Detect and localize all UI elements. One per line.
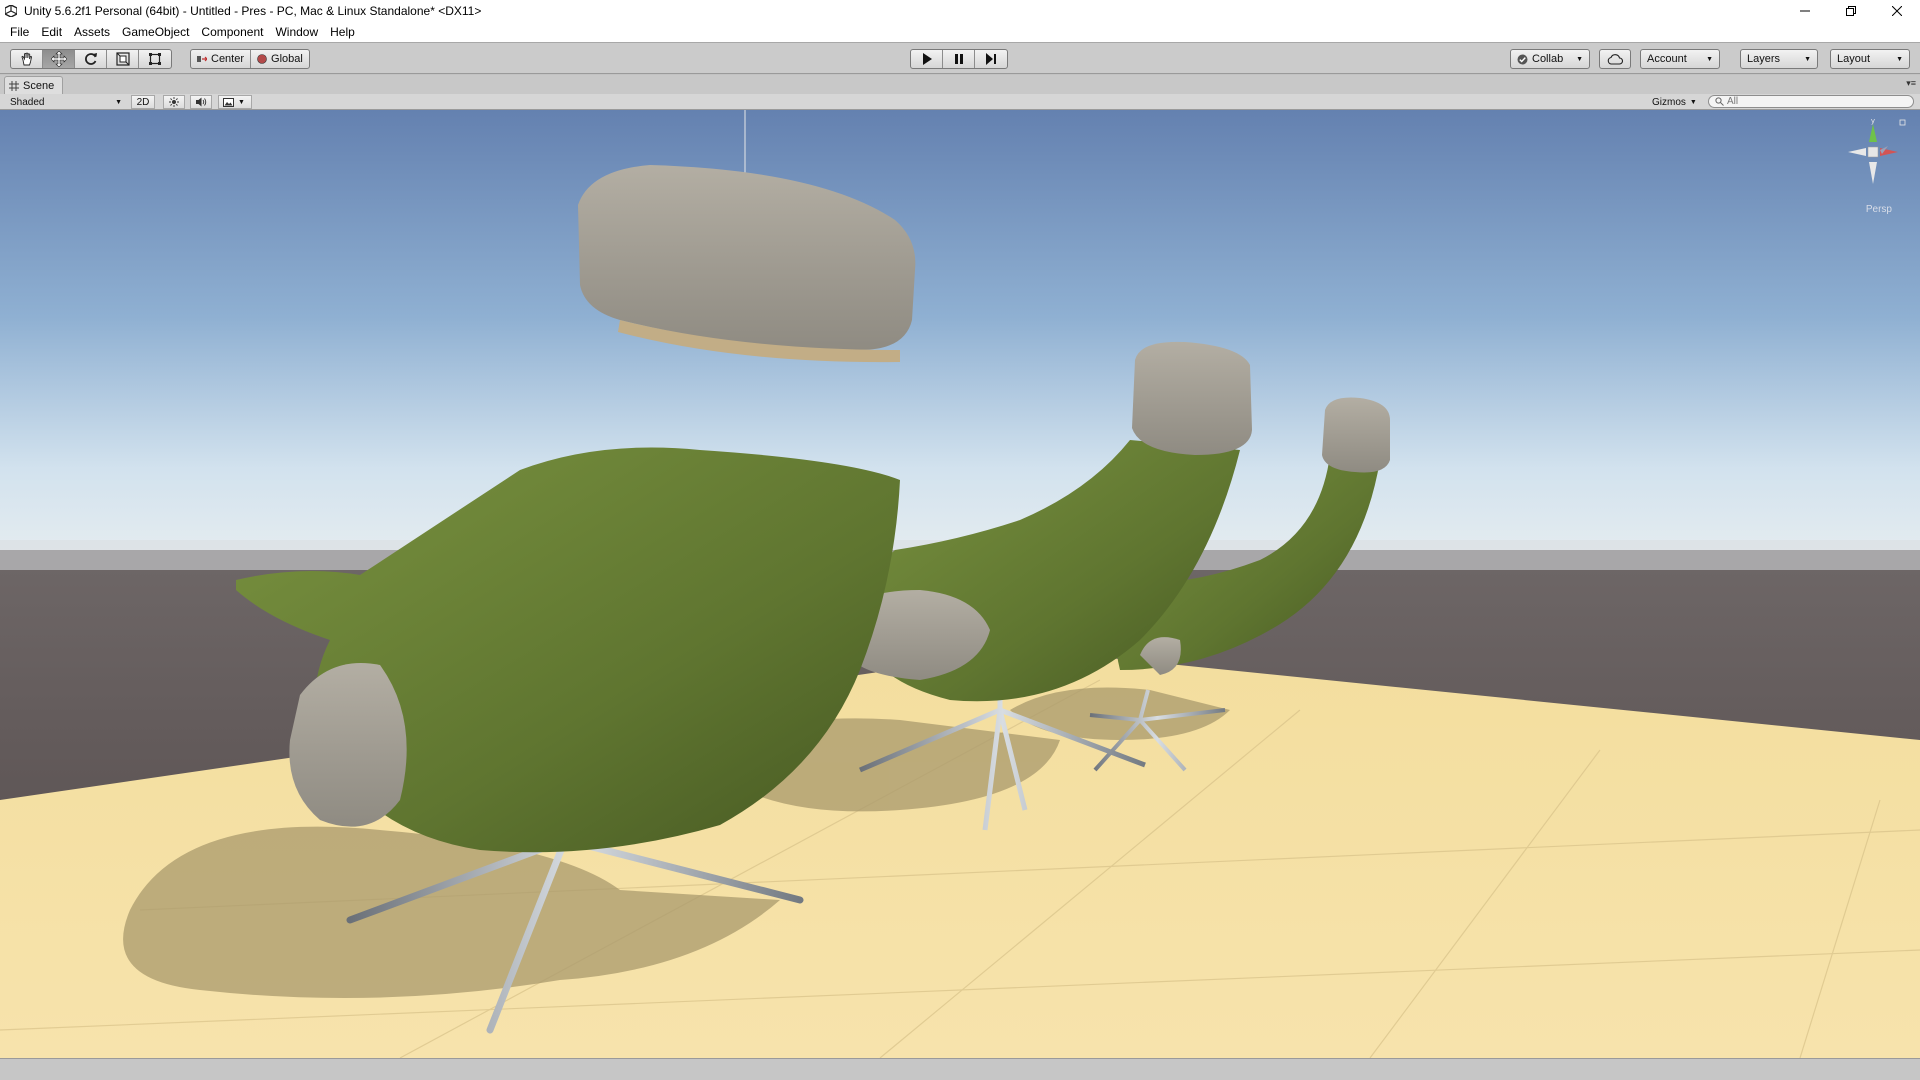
chevron-down-icon: ▼ bbox=[238, 98, 245, 106]
rotate-tool-button[interactable] bbox=[75, 50, 107, 68]
chevron-down-icon: ▼ bbox=[1576, 55, 1583, 63]
scene-search-input[interactable]: All bbox=[1708, 95, 1914, 108]
chevron-down-icon: ▼ bbox=[115, 98, 122, 106]
main-toolbar: Center Global Collab ▼ Account ▼ Layers … bbox=[0, 42, 1920, 74]
step-icon bbox=[986, 53, 996, 65]
collab-check-icon bbox=[1517, 54, 1528, 64]
scale-tool-icon bbox=[115, 52, 130, 66]
collab-dropdown[interactable]: Collab ▼ bbox=[1510, 49, 1590, 69]
search-placeholder: All bbox=[1727, 96, 1739, 107]
effects-dropdown[interactable]: ▼ bbox=[218, 95, 252, 109]
move-tool-icon bbox=[50, 51, 67, 67]
scene-toolbar: Shaded ▼ 2D ▼ Gizmos ▼ All bbox=[0, 94, 1920, 110]
hand-tool-button[interactable] bbox=[11, 50, 43, 68]
rect-tool-icon bbox=[149, 53, 161, 65]
svg-text:y: y bbox=[1871, 117, 1875, 125]
projection-label[interactable]: Persp bbox=[1866, 204, 1892, 215]
unity-logo-icon bbox=[4, 4, 18, 18]
pivot-center-label: Center bbox=[211, 53, 245, 65]
image-effects-icon bbox=[223, 97, 234, 107]
chevron-down-icon: ▼ bbox=[1896, 55, 1903, 63]
account-dropdown[interactable]: Account ▼ bbox=[1640, 49, 1720, 69]
scene-render bbox=[0, 110, 1920, 1058]
close-icon bbox=[1892, 6, 1902, 16]
toggle-2d-label: 2D bbox=[136, 96, 150, 108]
scene-grid-icon bbox=[9, 80, 19, 91]
search-icon bbox=[1715, 97, 1724, 106]
cloud-icon bbox=[1607, 53, 1623, 65]
audio-toggle[interactable] bbox=[190, 95, 212, 109]
layers-label: Layers bbox=[1747, 53, 1781, 65]
minimize-button[interactable] bbox=[1782, 0, 1828, 22]
chevron-down-icon: ▼ bbox=[1689, 98, 1697, 106]
tab-scene[interactable]: Scene bbox=[4, 76, 64, 94]
chevron-down-icon: ▼ bbox=[1706, 55, 1713, 63]
restore-button[interactable] bbox=[1828, 0, 1874, 22]
pivot-center-icon bbox=[197, 56, 207, 62]
restore-icon bbox=[1846, 6, 1856, 16]
lighting-toggle[interactable] bbox=[163, 95, 185, 109]
move-tool-button[interactable] bbox=[43, 50, 75, 68]
chevron-down-icon: ▼ bbox=[1804, 55, 1811, 63]
pivot-global-label: Global bbox=[271, 53, 303, 65]
layout-label: Layout bbox=[1837, 53, 1871, 65]
cloud-button[interactable] bbox=[1599, 49, 1631, 69]
tab-scene-label: Scene bbox=[23, 79, 55, 92]
menu-edit[interactable]: Edit bbox=[35, 22, 68, 42]
menu-bar: File Edit Assets GameObject Component Wi… bbox=[0, 22, 1920, 42]
pivot-global-toggle[interactable]: Global bbox=[251, 50, 309, 68]
collab-label: Collab bbox=[1532, 53, 1564, 65]
tab-options-icon[interactable]: ▾≡ bbox=[1906, 78, 1916, 89]
menu-assets[interactable]: Assets bbox=[68, 22, 116, 42]
pivot-toggles: Center Global bbox=[190, 49, 310, 69]
scene-viewport[interactable]: y Persp bbox=[0, 110, 1920, 1058]
rect-tool-button[interactable] bbox=[139, 50, 171, 68]
globe-icon bbox=[257, 54, 267, 64]
account-label: Account bbox=[1647, 53, 1687, 65]
layout-dropdown[interactable]: Layout ▼ bbox=[1830, 49, 1910, 69]
menu-window[interactable]: Window bbox=[269, 22, 324, 42]
transform-tools bbox=[10, 49, 172, 69]
menu-component[interactable]: Component bbox=[195, 22, 269, 42]
speaker-icon bbox=[195, 97, 206, 107]
window-title: Unity 5.6.2f1 Personal (64bit) - Untitle… bbox=[24, 4, 482, 18]
menu-help[interactable]: Help bbox=[324, 22, 361, 42]
layers-dropdown[interactable]: Layers ▼ bbox=[1740, 49, 1818, 69]
lock-icon bbox=[1899, 119, 1906, 126]
playback-controls bbox=[910, 49, 1008, 69]
close-button[interactable] bbox=[1874, 0, 1920, 22]
play-button[interactable] bbox=[911, 50, 943, 68]
gizmos-label: Gizmos bbox=[1652, 96, 1686, 108]
pause-icon bbox=[954, 54, 963, 64]
hand-tool-icon bbox=[21, 52, 32, 66]
scene-tab-bar: Scene ▾≡ bbox=[0, 75, 1920, 94]
menu-file[interactable]: File bbox=[4, 22, 35, 42]
draw-mode-dropdown[interactable]: Shaded ▼ bbox=[6, 95, 126, 109]
play-icon bbox=[922, 53, 932, 65]
title-bar: Unity 5.6.2f1 Personal (64bit) - Untitle… bbox=[0, 0, 1920, 22]
sun-icon bbox=[169, 97, 179, 107]
pivot-center-toggle[interactable]: Center bbox=[191, 50, 252, 68]
bottom-bar bbox=[0, 1058, 1920, 1080]
menu-gameobject[interactable]: GameObject bbox=[116, 22, 195, 42]
gizmos-dropdown[interactable]: Gizmos ▼ bbox=[1648, 95, 1702, 109]
rotate-tool-icon bbox=[84, 53, 97, 65]
minimize-icon bbox=[1800, 10, 1810, 12]
scale-tool-button[interactable] bbox=[107, 50, 139, 68]
draw-mode-label: Shaded bbox=[10, 96, 45, 108]
toggle-2d-button[interactable]: 2D bbox=[131, 95, 155, 109]
step-button[interactable] bbox=[975, 50, 1007, 68]
pause-button[interactable] bbox=[943, 50, 975, 68]
